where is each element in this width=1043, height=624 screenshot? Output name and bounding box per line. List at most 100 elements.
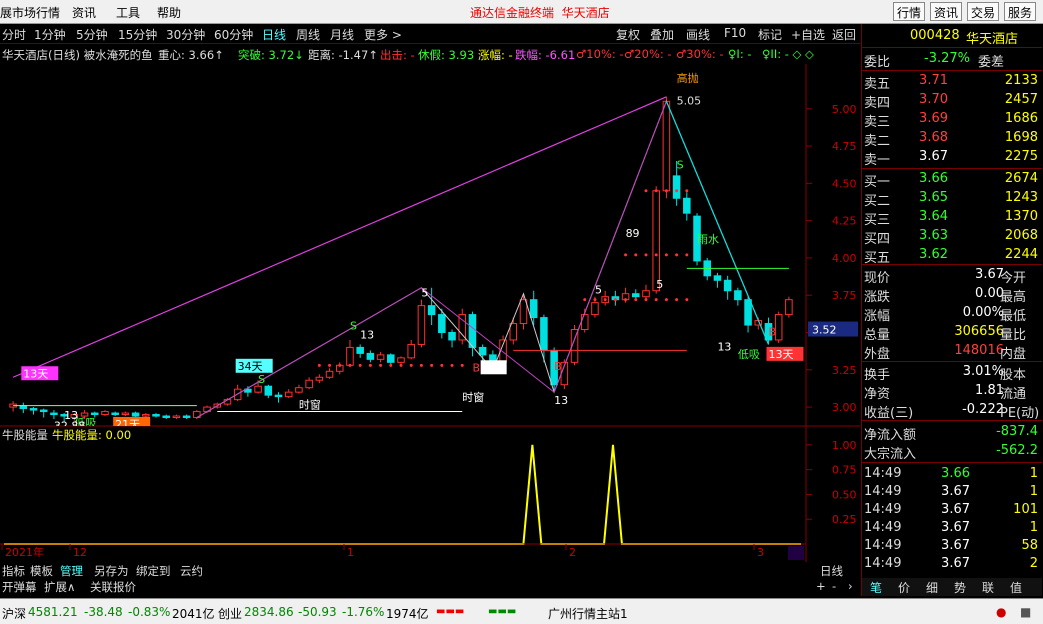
- candle-body: [417, 305, 426, 345]
- dot-marker: [664, 253, 668, 257]
- expand-button[interactable]: 扩展∧: [44, 579, 75, 595]
- quote-button[interactable]: 行情: [893, 2, 926, 21]
- stat-row: 外盘 148016 内盘: [862, 342, 1040, 362]
- separator: [862, 70, 1042, 71]
- stat-label: 现价: [864, 271, 891, 286]
- period-tab-weekly[interactable]: 周线: [296, 26, 320, 43]
- news-button[interactable]: 资讯: [930, 2, 963, 21]
- stat-right-label: 最低: [1000, 309, 1027, 324]
- f10-button[interactable]: F10: [724, 26, 746, 40]
- tab-trades[interactable]: 笔: [870, 579, 882, 596]
- trade-button[interactable]: 交易: [967, 2, 1000, 21]
- candle-body: [387, 354, 395, 363]
- back-button[interactable]: 返回: [832, 26, 856, 43]
- period-tab-fenshi[interactable]: 分时: [2, 26, 26, 43]
- index-sh-value: 4581.21: [28, 605, 78, 619]
- tab-value[interactable]: 值: [1010, 579, 1022, 596]
- candle-body: [448, 332, 456, 341]
- time-tick-label: 1: [347, 546, 354, 559]
- candle-body: [111, 412, 119, 416]
- settings-icon[interactable]: ■: [1020, 605, 1031, 619]
- candle-body: [39, 409, 48, 413]
- zoom-out-icon[interactable]: -: [832, 579, 836, 593]
- related-quote-button[interactable]: 关联报价: [90, 579, 136, 595]
- sub-value-label: 牛股能量: 0.00: [52, 428, 131, 442]
- bid-volume: 2244: [1004, 247, 1038, 262]
- market-breadth-icon: ▬▬▬: [436, 606, 465, 617]
- energy-indicator-chart[interactable]: 1.000.750.500.25牛股能量 牛股能量: 0.002021年 12 1 2 3: [0, 426, 860, 562]
- separator: [862, 420, 1042, 421]
- tab-trend[interactable]: 势: [954, 579, 966, 596]
- flow-label: 大宗流入: [864, 447, 917, 462]
- tab-link[interactable]: 联: [982, 579, 994, 596]
- period-tab-monthly[interactable]: 月线: [330, 26, 354, 43]
- tick-volume: 101: [1013, 502, 1038, 517]
- tab-save-as[interactable]: 另存为: [94, 563, 129, 579]
- draw-button[interactable]: 画线: [686, 26, 710, 43]
- dot-marker: [328, 363, 332, 367]
- dot-marker: [634, 253, 638, 257]
- candle-body: [305, 379, 313, 389]
- candlestick-chart[interactable]: 5.004.754.504.254.003.753.503.253.003.52…: [0, 64, 860, 426]
- menu-market[interactable]: 展市场行情: [0, 4, 60, 21]
- dot-marker: [634, 298, 638, 302]
- adjust-button[interactable]: 复权: [616, 26, 640, 43]
- bid-price: 3.66: [919, 171, 948, 186]
- period-tab-daily[interactable]: 日线: [262, 26, 286, 43]
- period-tab-more[interactable]: 更多 >: [364, 26, 402, 43]
- bid-price: 3.64: [919, 209, 948, 224]
- annotation-5: 5: [421, 287, 428, 300]
- tab-detail[interactable]: 细: [926, 579, 938, 596]
- chevron-right-icon[interactable]: ›: [848, 579, 853, 593]
- tab-price[interactable]: 价: [898, 579, 910, 596]
- candle-body: [427, 305, 436, 316]
- ask-price: 3.71: [919, 73, 948, 88]
- index-cy-value: 2834.86: [244, 605, 294, 619]
- stat-label: 外盘: [864, 347, 891, 362]
- candle-body: [29, 408, 38, 411]
- period-tab-15min[interactable]: 15分钟: [118, 26, 157, 43]
- candle-body: [142, 414, 150, 417]
- ask-row: 卖三 3.69 1686: [862, 110, 1040, 130]
- candle-body: [468, 314, 477, 348]
- ask-row: 卖五 3.71 2133: [862, 72, 1040, 92]
- distance-value: 距离: -1.47↑: [308, 48, 378, 62]
- annotation-high-sell: 高抛: [677, 71, 699, 85]
- period-tab-5min[interactable]: 5分钟: [76, 26, 108, 43]
- tab-indicator[interactable]: 指标: [2, 563, 25, 579]
- candle-body: [131, 412, 140, 417]
- tick-time: 14:49: [864, 484, 902, 499]
- ask-row: 卖四 3.70 2457: [862, 91, 1040, 111]
- menu-news[interactable]: 资讯: [72, 4, 96, 21]
- tab-manage[interactable]: 管理: [60, 563, 83, 579]
- time-tick-label: 12: [73, 546, 87, 559]
- mark-button[interactable]: 标记: [758, 26, 782, 43]
- candle-body: [284, 391, 293, 398]
- menu-bar: 展市场行情 资讯 工具 帮助 通达信金融终端 华天酒店 行情 资讯 交易 服务: [0, 0, 1043, 24]
- annotation-34-days: 34天: [238, 360, 263, 373]
- dot-marker: [644, 253, 648, 257]
- stat2-value: -0.222: [962, 402, 1004, 417]
- dot-marker: [644, 298, 648, 302]
- tab-cloud[interactable]: 云约: [180, 563, 203, 579]
- period-tab-30min[interactable]: 30分钟: [166, 26, 205, 43]
- tab-template[interactable]: 模板: [30, 563, 53, 579]
- menu-help[interactable]: 帮助: [157, 4, 181, 21]
- price-tick-label: 3.75: [832, 289, 857, 302]
- candle-body: [591, 302, 599, 316]
- overlay-button[interactable]: 叠加: [650, 26, 674, 43]
- alert-icon[interactable]: ●: [996, 605, 1006, 619]
- zoom-in-icon[interactable]: +: [816, 579, 826, 593]
- add-favorite-button[interactable]: +自选: [791, 26, 825, 43]
- price-tick-label: 4.25: [832, 215, 857, 228]
- tab-bind[interactable]: 绑定到: [136, 563, 171, 579]
- period-label[interactable]: 日线: [820, 563, 843, 579]
- annotation-sell-s-2: S: [258, 373, 265, 386]
- menu-tools[interactable]: 工具: [116, 4, 140, 21]
- toggle-danmaku-button[interactable]: 开弹幕: [2, 579, 37, 595]
- period-tab-1min[interactable]: 1分钟: [34, 26, 66, 43]
- service-button[interactable]: 服务: [1004, 2, 1037, 21]
- period-tab-60min[interactable]: 60分钟: [214, 26, 253, 43]
- dot-marker: [348, 363, 352, 367]
- bid-label: 买二: [864, 194, 891, 209]
